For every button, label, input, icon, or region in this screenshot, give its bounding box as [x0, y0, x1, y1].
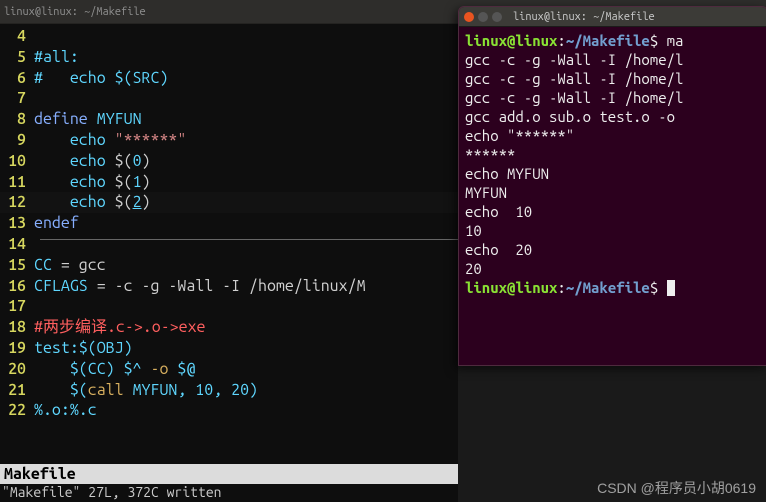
terminal-line: ****** — [465, 145, 761, 164]
close-icon[interactable] — [464, 12, 474, 22]
line-number: 13 — [0, 213, 34, 234]
line-text[interactable]: #all: — [34, 47, 458, 68]
code-line[interactable]: 11 echo $(1) — [0, 172, 458, 193]
code-line[interactable]: 9 echo "******" — [0, 130, 458, 151]
code-line[interactable]: 10 echo $(0) — [0, 151, 458, 172]
terminal-body[interactable]: linux@linux:~/Makefile$ magcc -c -g -Wal… — [459, 27, 766, 301]
code-area[interactable]: 45#all:6# echo $(SRC)78define MYFUN9 ech… — [0, 24, 458, 421]
line-text[interactable]: echo $(0) — [34, 151, 458, 172]
code-line[interactable]: 13endef — [0, 213, 458, 234]
line-number: 5 — [0, 47, 34, 68]
line-number: 20 — [0, 359, 34, 380]
line-text[interactable]: echo $(2) — [34, 192, 458, 213]
line-text[interactable] — [34, 26, 458, 47]
line-number: 11 — [0, 172, 34, 193]
line-text[interactable]: define MYFUN — [34, 109, 458, 130]
code-line[interactable]: 20 $(CC) $^ -o $@ — [0, 359, 458, 380]
desktop: linux@linux: ~/Makefile 45#all:6# echo $… — [0, 0, 766, 502]
terminal-line: echo MYFUN — [465, 164, 761, 183]
line-number: 22 — [0, 400, 34, 421]
line-number: 17 — [0, 296, 34, 317]
line-number: 8 — [0, 109, 34, 130]
code-line[interactable]: 17 — [0, 296, 458, 317]
line-number: 18 — [0, 317, 34, 338]
line-number: 6 — [0, 68, 34, 89]
terminal-line: gcc -c -g -Wall -I /home/l — [465, 50, 761, 69]
terminal-line: gcc add.o sub.o test.o -o — [465, 107, 761, 126]
code-line[interactable]: 6# echo $(SRC) — [0, 68, 458, 89]
editor-pane[interactable]: 45#all:6# echo $(SRC)78define MYFUN9 ech… — [0, 24, 458, 502]
line-text[interactable] — [34, 296, 458, 317]
watermark: CSDN @程序员小胡0619 — [597, 478, 756, 498]
line-text[interactable]: echo $(1) — [34, 172, 458, 193]
line-text[interactable]: CFLAGS = -c -g -Wall -I /home/linux/M — [34, 276, 458, 297]
terminal-window[interactable]: linux@linux: ~/Makefile linux@linux:~/Ma… — [458, 6, 766, 366]
code-line[interactable]: 21 $(call MYFUN, 10, 20) — [0, 380, 458, 401]
code-line[interactable]: 19test:$(OBJ) — [0, 338, 458, 359]
terminal-line: linux@linux:~/Makefile$ — [465, 278, 761, 297]
line-number: 12 — [0, 192, 34, 213]
terminal-line: 10 — [465, 221, 761, 240]
line-text[interactable] — [34, 88, 458, 109]
line-number: 21 — [0, 380, 34, 401]
vim-cmdline: "Makefile" 27L, 372C written — [0, 484, 222, 502]
terminal-title-text: linux@linux: ~/Makefile — [513, 11, 655, 23]
line-text[interactable]: CC = gcc — [34, 255, 458, 276]
line-number: 14 — [0, 234, 34, 255]
line-number: 9 — [0, 130, 34, 151]
code-line[interactable]: 12 echo $(2) — [0, 192, 458, 213]
terminal-cursor — [667, 280, 675, 296]
maximize-icon[interactable] — [492, 12, 502, 22]
terminal-line: echo 10 — [465, 202, 761, 221]
line-number: 16 — [0, 276, 34, 297]
cursor-underline — [40, 239, 458, 240]
line-text[interactable]: test:$(OBJ) — [34, 338, 458, 359]
terminal-line: gcc -c -g -Wall -I /home/l — [465, 69, 761, 88]
line-number: 4 — [0, 26, 34, 47]
line-text[interactable]: %.o:%.c — [34, 400, 458, 421]
line-text[interactable]: $(call MYFUN, 10, 20) — [34, 380, 458, 401]
terminal-line: echo "******" — [465, 126, 761, 145]
topbar-title: linux@linux: ~/Makefile — [4, 6, 146, 18]
line-text[interactable]: #两步编译.c->.o->exe — [34, 317, 458, 338]
code-line[interactable]: 22%.o:%.c — [0, 400, 458, 421]
terminal-line: linux@linux:~/Makefile$ ma — [465, 31, 761, 50]
code-line[interactable]: 14 — [0, 234, 458, 255]
code-line[interactable]: 8define MYFUN — [0, 109, 458, 130]
vim-statusbar: Makefile — [0, 464, 458, 484]
minimize-icon[interactable] — [478, 12, 488, 22]
code-line[interactable]: 5#all: — [0, 47, 458, 68]
terminal-titlebar[interactable]: linux@linux: ~/Makefile — [459, 7, 766, 27]
code-line[interactable]: 16CFLAGS = -c -g -Wall -I /home/linux/M — [0, 276, 458, 297]
code-line[interactable]: 15CC = gcc — [0, 255, 458, 276]
line-text[interactable]: # echo $(SRC) — [34, 68, 458, 89]
line-text[interactable] — [34, 234, 458, 255]
terminal-line: 20 — [465, 259, 761, 278]
line-text[interactable]: echo "******" — [34, 130, 458, 151]
terminal-line: echo 20 — [465, 240, 761, 259]
code-line[interactable]: 18#两步编译.c->.o->exe — [0, 317, 458, 338]
line-number: 15 — [0, 255, 34, 276]
line-number: 10 — [0, 151, 34, 172]
code-line[interactable]: 7 — [0, 88, 458, 109]
code-line[interactable]: 4 — [0, 26, 458, 47]
window-controls — [459, 12, 507, 22]
line-number: 19 — [0, 338, 34, 359]
line-number: 7 — [0, 88, 34, 109]
line-text[interactable]: $(CC) $^ -o $@ — [34, 359, 458, 380]
terminal-line: MYFUN — [465, 183, 761, 202]
terminal-line: gcc -c -g -Wall -I /home/l — [465, 88, 761, 107]
line-text[interactable]: endef — [34, 213, 458, 234]
